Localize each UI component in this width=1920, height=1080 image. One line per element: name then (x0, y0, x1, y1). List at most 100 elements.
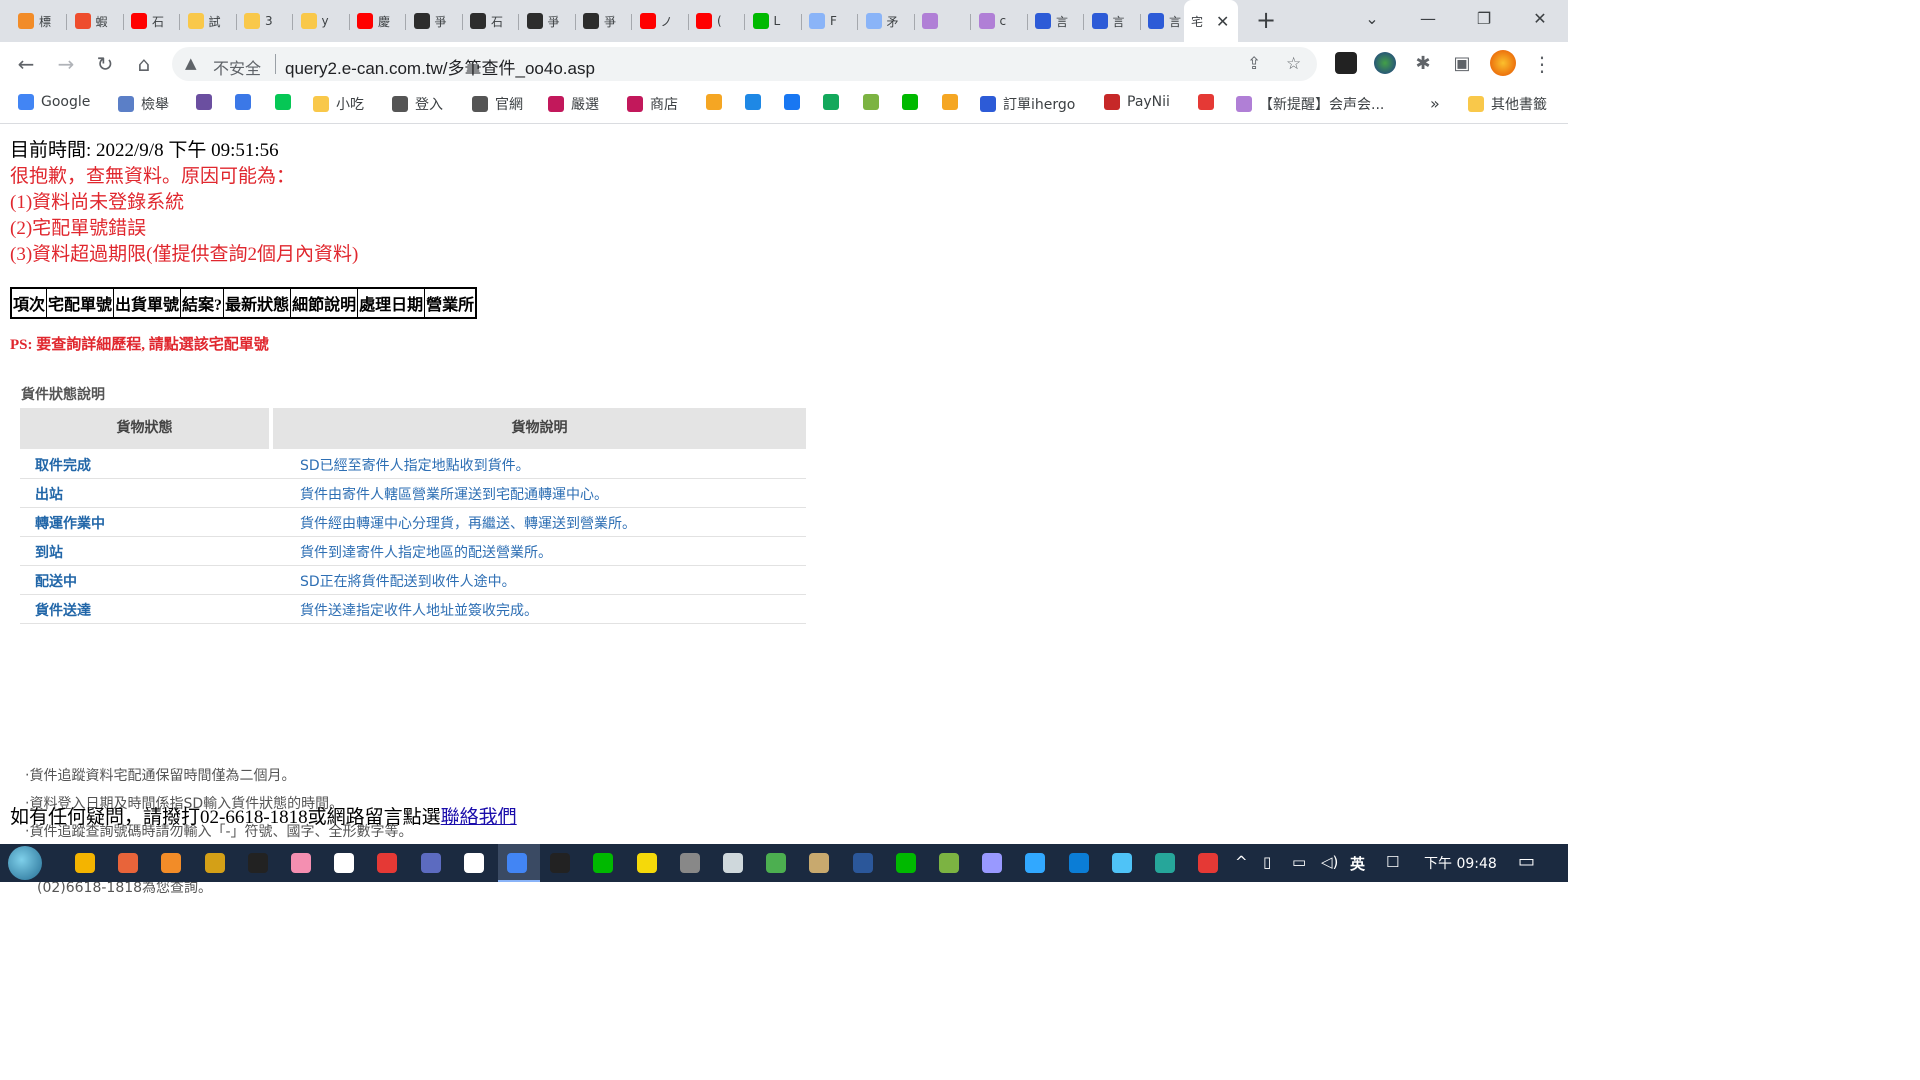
puzzle-extensions-icon[interactable]: ✱ (1409, 50, 1437, 78)
taskbar-app-icon[interactable] (118, 853, 139, 873)
forward-arrow-icon[interactable]: → (52, 50, 80, 78)
taskbar-app-icon[interactable] (895, 853, 916, 873)
bookmark-item[interactable]: PayNii (1104, 94, 1170, 110)
bookmark-item[interactable] (784, 94, 800, 110)
address-bar[interactable]: ▲ 不安全 query2.e-can.com.tw/多筆查件_oo4o.asp … (172, 47, 1317, 81)
bookmark-item[interactable] (745, 94, 761, 110)
taskbar-app-icon[interactable] (852, 853, 873, 873)
bookmark-item[interactable] (235, 94, 251, 110)
home-icon[interactable]: ⌂ (130, 50, 158, 78)
taskbar-app-icon[interactable] (204, 853, 225, 873)
taskbar-app-icon[interactable] (75, 853, 95, 873)
taskbar-app-icon[interactable] (507, 853, 527, 873)
tab-search-icon[interactable]: ⌄ (1352, 4, 1392, 34)
minimize-button[interactable]: — (1408, 4, 1448, 34)
browser-tab[interactable]: y (294, 6, 350, 36)
taskbar-app-icon[interactable] (420, 853, 441, 873)
taskbar-app-icon[interactable] (550, 853, 571, 873)
share-icon[interactable]: ⇪ (1247, 54, 1261, 74)
profile-avatar[interactable] (1490, 50, 1516, 76)
browser-tab[interactable]: 試 (181, 6, 237, 36)
close-tab-icon[interactable]: ✕ (1216, 12, 1229, 31)
start-button[interactable] (8, 846, 42, 880)
taskbar-app-icon[interactable] (1198, 853, 1219, 873)
contact-us-link[interactable]: 聯絡我們 (441, 807, 517, 828)
notification-icon[interactable]: ▭ (1518, 851, 1535, 872)
side-panel-icon[interactable]: ▣ (1448, 50, 1476, 78)
bookmark-item[interactable]: Google (18, 94, 90, 110)
new-tab-button[interactable]: + (1252, 6, 1280, 34)
menu-kebab-icon[interactable]: ⋮ (1528, 50, 1556, 78)
bookmark-item[interactable]: 登入 (392, 94, 443, 114)
taskbar-app-icon[interactable] (247, 853, 268, 873)
browser-tab[interactable]: 石 (463, 6, 519, 36)
taskbar-app-icon[interactable] (766, 853, 787, 873)
browser-tab[interactable]: 爭 (576, 6, 632, 36)
clock[interactable]: 下午 09:48 (1424, 853, 1497, 873)
bookmark-item[interactable] (863, 94, 879, 110)
browser-tab[interactable]: 爭 (407, 6, 463, 36)
volume-icon[interactable]: ◁) (1321, 853, 1338, 871)
bookmark-item[interactable]: 小吃 (313, 94, 364, 114)
network-icon[interactable]: ▭ (1292, 853, 1306, 871)
browser-tab[interactable]: 蝦 (68, 6, 124, 36)
reload-icon[interactable]: ↻ (91, 50, 119, 78)
browser-tab[interactable]: 慶 (350, 6, 406, 36)
taskbar-app-icon[interactable] (723, 853, 743, 873)
bookmark-item[interactable] (942, 94, 958, 110)
warning-icon[interactable]: ▲ (185, 54, 197, 72)
bookmark-item[interactable] (823, 94, 839, 110)
bookmark-item[interactable] (902, 94, 918, 110)
taskbar-app-icon[interactable] (939, 853, 959, 873)
browser-tab[interactable]: c (972, 6, 1028, 36)
browser-tab[interactable] (915, 6, 971, 36)
browser-tab[interactable]: 3 (237, 6, 293, 36)
taskbar-app-icon[interactable] (334, 853, 355, 873)
other-bookmarks[interactable]: 其他書籤 (1468, 94, 1547, 114)
bookmark-item[interactable]: 商店 (627, 94, 678, 114)
ime-mode-icon[interactable]: ☐ (1386, 853, 1399, 871)
taskbar-app-icon[interactable] (809, 853, 830, 873)
bookmark-item[interactable]: 檢舉 (118, 94, 169, 114)
extension-icon-1[interactable] (1335, 52, 1357, 74)
browser-tab[interactable]: F (802, 6, 858, 36)
taskbar-app-icon[interactable] (593, 853, 614, 873)
bookmark-item[interactable]: 【新提醒】会声会... (1236, 94, 1384, 114)
bookmarks-overflow-button[interactable]: » (1430, 94, 1440, 113)
browser-tab[interactable]: 矛 (859, 6, 915, 36)
taskbar-app-icon[interactable] (636, 853, 657, 873)
tray-chevron-icon[interactable]: ^ (1235, 853, 1248, 871)
close-window-button[interactable]: ✕ (1520, 4, 1560, 34)
tray-app-icon[interactable]: ▯ (1263, 853, 1271, 871)
bookmark-item[interactable] (1198, 94, 1214, 110)
restore-button[interactable]: ❐ (1464, 4, 1504, 34)
taskbar-app-icon[interactable] (463, 853, 484, 873)
browser-tab[interactable]: ノ (633, 6, 689, 36)
bookmark-item[interactable]: 官網 (472, 94, 523, 114)
taskbar-app-icon[interactable] (1111, 853, 1132, 873)
bookmark-item[interactable] (275, 94, 291, 110)
browser-tab[interactable]: 言 (1085, 6, 1141, 36)
active-tab[interactable]: 宅 ✕ (1184, 0, 1238, 42)
browser-tab[interactable]: 石 (124, 6, 180, 36)
star-bookmark-icon[interactable]: ☆ (1286, 54, 1301, 74)
bookmark-item[interactable]: 嚴選 (548, 94, 599, 114)
browser-tab[interactable]: ( (689, 6, 745, 36)
taskbar-app-icon[interactable] (1068, 853, 1089, 873)
url-text[interactable]: query2.e-can.com.tw/多筆查件_oo4o.asp (285, 54, 595, 79)
browser-tab[interactable]: 言 (1028, 6, 1084, 36)
security-label[interactable]: 不安全 (213, 55, 261, 79)
taskbar-app-icon[interactable] (161, 853, 182, 873)
extension-icon-2[interactable] (1374, 52, 1396, 74)
bookmark-item[interactable] (706, 94, 722, 110)
browser-tab[interactable]: 爭 (520, 6, 576, 36)
taskbar-app-icon[interactable] (679, 853, 700, 873)
taskbar-app-icon[interactable] (982, 853, 1003, 873)
taskbar-app-icon[interactable] (291, 853, 311, 873)
ime-indicator[interactable]: 英 (1350, 853, 1365, 874)
browser-tab[interactable]: 標 (11, 6, 67, 36)
bookmark-item[interactable] (196, 94, 212, 110)
taskbar-app-icon[interactable] (377, 853, 398, 873)
bookmark-item[interactable]: 訂單ihergo (980, 94, 1075, 114)
taskbar-app-icon[interactable] (1155, 853, 1175, 873)
